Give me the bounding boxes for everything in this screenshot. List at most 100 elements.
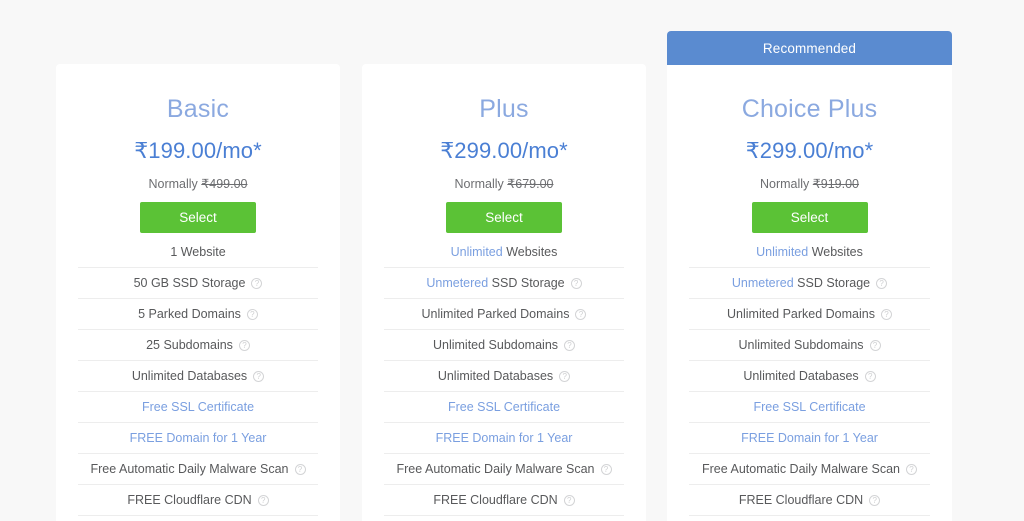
feature-label: Unlimited Websites <box>450 245 558 259</box>
feature-label: Unlimited Parked Domains <box>727 307 875 321</box>
feature-label: Unlimited Subdomains <box>738 338 864 352</box>
feature-row[interactable]: Free SSL Certificate <box>384 392 624 423</box>
plan-price: ₹299.00/mo* <box>440 138 568 163</box>
feature-label: FREE Cloudflare CDN <box>127 493 252 507</box>
feature-label: 50 GB SSD Storage <box>133 276 246 290</box>
feature-row: Unlimited Subdomains? <box>384 330 624 361</box>
feature-row: FREE Cloudflare CDN? <box>78 485 318 516</box>
feature-row[interactable]: Free SSL Certificate <box>689 392 930 423</box>
help-circle-icon[interactable]: ? <box>559 370 571 382</box>
normally-label: Normally <box>148 177 198 191</box>
help-circle-icon[interactable]: ? <box>257 494 269 506</box>
plan-price: ₹299.00/mo* <box>745 138 874 163</box>
feature-label: Free Automatic Daily Malware Scan <box>396 462 595 476</box>
select-button[interactable]: Select <box>446 202 562 233</box>
feature-highlight: Unlimited <box>450 245 503 259</box>
pricing-card-basic: Basic ₹199.00/mo* Normally ₹499.00 Selec… <box>56 64 340 521</box>
feature-row: Unlimited Databases? <box>689 361 930 392</box>
plan-normally-price: Normally ₹919.00 <box>689 176 930 191</box>
feature-label: Unmetered SSD Storage <box>426 276 565 290</box>
feature-row[interactable]: FREE Domain for 1 Year <box>384 423 624 454</box>
feature-row: Unlimited Databases? <box>78 361 318 392</box>
feature-label: Unlimited Subdomains <box>432 338 559 352</box>
help-circle-icon[interactable]: ? <box>600 463 612 475</box>
feature-label: FREE Cloudflare CDN <box>433 493 558 507</box>
feature-label: FREE Domain for 1 Year <box>129 431 267 445</box>
feature-label: Unlimited Databases <box>131 369 248 383</box>
select-button[interactable]: Select <box>751 202 868 233</box>
help-circle-icon[interactable]: ? <box>880 308 892 320</box>
help-circle-icon[interactable]: ? <box>238 339 250 351</box>
normally-label: Normally <box>454 177 504 191</box>
feature-row: Unmetered SSD Storage? <box>689 268 930 299</box>
help-circle-icon[interactable]: ? <box>575 308 587 320</box>
feature-row[interactable]: Free SSL Certificate <box>78 392 318 423</box>
feature-row: Free Automatic Daily Malware Scan? <box>384 454 624 485</box>
feature-row: 1 Website <box>78 237 318 268</box>
help-circle-icon[interactable]: ? <box>876 277 888 289</box>
help-circle-icon[interactable]: ? <box>906 463 917 475</box>
help-circle-icon[interactable]: ? <box>246 308 258 320</box>
feature-list: Unlimited Websites Unmetered SSD Storage?… <box>384 237 624 516</box>
help-circle-icon[interactable]: ? <box>563 494 575 506</box>
help-circle-icon[interactable]: ? <box>864 370 876 382</box>
select-button[interactable]: Select <box>140 202 256 233</box>
card-body: Plus ₹299.00/mo* Normally ₹679.00 Select… <box>362 64 646 516</box>
help-circle-icon[interactable]: ? <box>253 370 265 382</box>
feature-row: FREE Cloudflare CDN? <box>689 485 930 516</box>
feature-label: Free SSL Certificate <box>141 400 255 414</box>
feature-list: 1 Website 50 GB SSD Storage? 5 Parked Doma… <box>78 237 318 516</box>
feature-highlight: Unmetered <box>731 276 794 290</box>
feature-row[interactable]: FREE Domain for 1 Year <box>689 423 930 454</box>
feature-row: Unlimited Parked Domains? <box>689 299 930 330</box>
feature-label: Unlimited Websites <box>756 245 863 259</box>
plan-title: Choice Plus <box>741 95 878 123</box>
feature-label: Unlimited Databases <box>437 369 554 383</box>
feature-row: Free Automatic Daily Malware Scan? <box>78 454 318 485</box>
feature-row: 25 Subdomains? <box>78 330 318 361</box>
feature-row: Unlimited Websites <box>384 237 624 268</box>
plan-price: ₹199.00/mo* <box>134 138 262 163</box>
pricing-card-plus: Plus ₹299.00/mo* Normally ₹679.00 Select… <box>362 64 646 521</box>
feature-row: Unlimited Databases? <box>384 361 624 392</box>
feature-label: Free Automatic Daily Malware Scan <box>90 462 289 476</box>
normally-label: Normally <box>760 177 810 191</box>
feature-row: Unlimited Parked Domains? <box>384 299 624 330</box>
feature-row[interactable]: FREE Domain for 1 Year <box>78 423 318 454</box>
feature-label: FREE Cloudflare CDN <box>738 493 864 507</box>
feature-label: Unlimited Databases <box>743 369 859 383</box>
feature-label: 25 Subdomains <box>146 338 233 352</box>
help-circle-icon[interactable]: ? <box>570 277 582 289</box>
pricing-card-choice-plus: Recommended Choice Plus ₹299.00/mo* Norm… <box>667 31 952 521</box>
feature-label: FREE Domain for 1 Year <box>435 431 573 445</box>
feature-row: 5 Parked Domains? <box>78 299 318 330</box>
plan-normally-price: Normally ₹499.00 <box>78 176 318 191</box>
feature-label: 5 Parked Domains <box>138 307 241 321</box>
feature-label: 1 Website <box>170 245 226 259</box>
plan-title: Basic <box>166 95 230 123</box>
help-circle-icon[interactable]: ? <box>869 339 881 351</box>
feature-row: Unlimited Websites <box>689 237 930 268</box>
feature-highlight: Unmetered <box>426 276 489 290</box>
normally-strikethrough-price: ₹679.00 <box>507 177 554 191</box>
normally-strikethrough-price: ₹919.00 <box>812 177 859 191</box>
help-circle-icon[interactable]: ? <box>294 463 306 475</box>
feature-label: Unlimited Parked Domains <box>421 307 570 321</box>
card-body: Basic ₹199.00/mo* Normally ₹499.00 Selec… <box>56 64 340 516</box>
recommended-ribbon: Recommended <box>667 31 952 65</box>
feature-row: FREE Cloudflare CDN? <box>384 485 624 516</box>
feature-label: FREE Domain for 1 Year <box>741 431 878 445</box>
help-circle-icon[interactable]: ? <box>564 339 576 351</box>
plan-normally-price: Normally ₹679.00 <box>384 176 624 191</box>
feature-label: Free Automatic Daily Malware Scan <box>702 462 900 476</box>
feature-label: Unmetered SSD Storage <box>731 276 871 290</box>
card-body: Choice Plus ₹299.00/mo* Normally ₹919.00… <box>667 65 952 516</box>
feature-row: Unlimited Subdomains? <box>689 330 930 361</box>
plan-title: Plus <box>479 95 529 123</box>
pricing-page: Basic ₹199.00/mo* Normally ₹499.00 Selec… <box>0 0 1024 521</box>
feature-row: 50 GB SSD Storage? <box>78 268 318 299</box>
help-circle-icon[interactable]: ? <box>251 277 263 289</box>
feature-row: Free Automatic Daily Malware Scan? <box>689 454 930 485</box>
feature-highlight: Unlimited <box>756 245 809 259</box>
help-circle-icon[interactable]: ? <box>869 494 881 506</box>
